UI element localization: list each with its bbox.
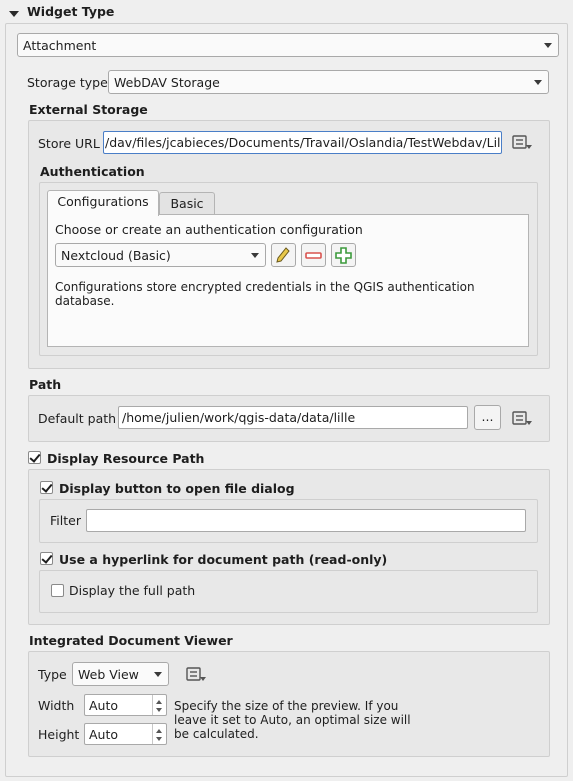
tab-basic-label: Basic bbox=[170, 196, 204, 211]
widget-type-select[interactable]: Attachment bbox=[17, 33, 559, 57]
spin-down-icon[interactable] bbox=[156, 708, 162, 712]
chevron-down-icon bbox=[251, 253, 259, 258]
tab-configurations-label: Configurations bbox=[57, 194, 149, 209]
full-path-label[interactable]: Display the full path bbox=[69, 583, 195, 598]
external-storage-title: External Storage bbox=[29, 102, 148, 117]
viewer-type-select[interactable]: Web View bbox=[72, 662, 169, 686]
default-path-value: /home/julien/work/qgis-data/data/lille bbox=[122, 410, 356, 425]
edit-config-button[interactable] bbox=[271, 243, 296, 267]
path-title: Path bbox=[29, 377, 62, 392]
tab-basic[interactable]: Basic bbox=[159, 192, 215, 214]
display-button-checkbox[interactable] bbox=[40, 481, 53, 494]
hyperlink-checkbox[interactable] bbox=[40, 552, 53, 565]
pencil-icon bbox=[276, 247, 290, 263]
storage-type-label: Storage type bbox=[27, 75, 108, 90]
display-resource-path-checkbox[interactable] bbox=[28, 451, 41, 464]
auth-choose-label: Choose or create an authentication confi… bbox=[55, 222, 363, 237]
add-config-button[interactable] bbox=[331, 243, 356, 267]
hyperlink-label[interactable]: Use a hyperlink for document path (read-… bbox=[59, 552, 387, 567]
default-path-label: Default path bbox=[38, 411, 117, 426]
store-url-value: /dav/files/jcabieces/Documents/Travail/O… bbox=[105, 135, 502, 150]
auth-config-select[interactable]: Nextcloud (Basic) bbox=[55, 243, 266, 267]
filter-input[interactable] bbox=[86, 509, 526, 532]
width-value: Auto bbox=[89, 698, 119, 713]
auth-info-line2: database. bbox=[55, 294, 115, 308]
chevron-down-icon bbox=[544, 43, 552, 48]
authentication-title: Authentication bbox=[40, 164, 145, 179]
data-defined-override-icon[interactable] bbox=[511, 409, 533, 427]
auth-config-value: Nextcloud (Basic) bbox=[61, 248, 171, 263]
chevron-down-icon bbox=[534, 80, 542, 85]
viewer-hint-line3: be calculated. bbox=[174, 727, 259, 741]
store-url-label: Store URL bbox=[38, 136, 100, 151]
height-value: Auto bbox=[89, 727, 119, 742]
viewer-type-value: Web View bbox=[78, 667, 139, 682]
widget-type-title: Widget Type bbox=[27, 4, 115, 19]
filter-label: Filter bbox=[50, 513, 81, 528]
widget-type-value: Attachment bbox=[23, 38, 97, 53]
height-label: Height bbox=[38, 727, 80, 742]
spin-down-icon[interactable] bbox=[156, 737, 162, 741]
minus-icon bbox=[305, 252, 322, 259]
height-spinbox[interactable]: Auto bbox=[84, 723, 167, 745]
full-path-checkbox[interactable] bbox=[51, 584, 64, 597]
chevron-down-icon bbox=[154, 672, 162, 677]
data-defined-override-icon[interactable] bbox=[511, 133, 533, 151]
data-defined-override-icon[interactable] bbox=[185, 665, 207, 683]
spin-up-icon[interactable] bbox=[156, 700, 162, 704]
default-path-input[interactable]: /home/julien/work/qgis-data/data/lille bbox=[118, 406, 468, 429]
viewer-hint-line2: leave it set to Auto, an optimal size wi… bbox=[174, 713, 411, 727]
browse-button-label: ... bbox=[481, 409, 494, 424]
browse-button[interactable]: ... bbox=[474, 405, 501, 430]
viewer-title: Integrated Document Viewer bbox=[29, 633, 233, 648]
plus-icon bbox=[335, 247, 352, 264]
store-url-input[interactable]: /dav/files/jcabieces/Documents/Travail/O… bbox=[103, 131, 502, 154]
remove-config-button[interactable] bbox=[301, 243, 326, 267]
spin-up-icon[interactable] bbox=[156, 729, 162, 733]
widget-type-collapse-icon[interactable] bbox=[8, 7, 20, 17]
display-button-label[interactable]: Display button to open file dialog bbox=[59, 481, 295, 496]
display-resource-path-label[interactable]: Display Resource Path bbox=[47, 451, 204, 466]
tab-configurations[interactable]: Configurations bbox=[47, 190, 159, 216]
viewer-hint-line1: Specify the size of the preview. If you bbox=[174, 699, 399, 713]
width-label: Width bbox=[38, 698, 75, 713]
storage-type-select[interactable]: WebDAV Storage bbox=[108, 70, 549, 94]
width-spinbox[interactable]: Auto bbox=[84, 694, 167, 716]
viewer-type-label: Type bbox=[38, 667, 67, 682]
auth-info-line1: Configurations store encrypted credentia… bbox=[55, 280, 475, 294]
storage-type-value: WebDAV Storage bbox=[114, 75, 220, 90]
